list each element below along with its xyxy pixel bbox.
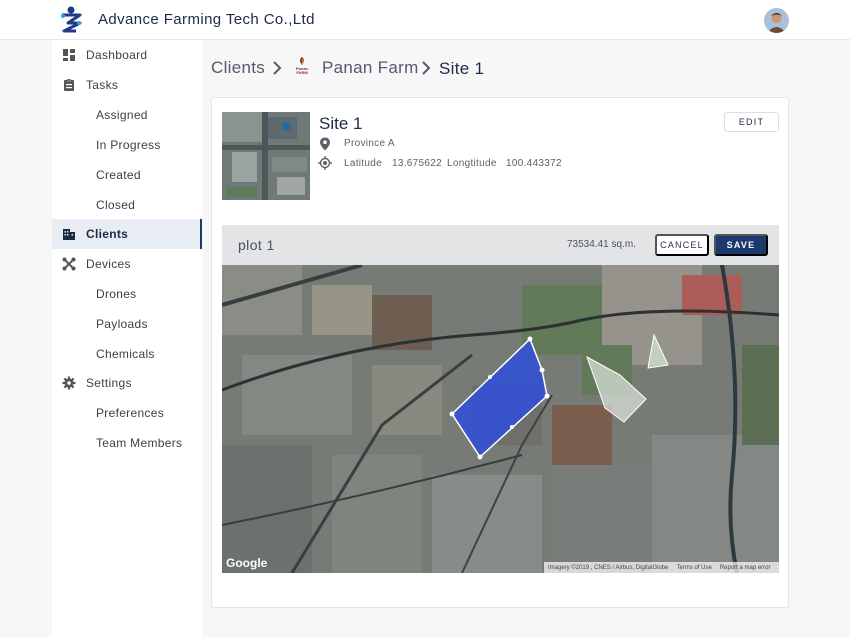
user-avatar[interactable] bbox=[764, 8, 789, 33]
sidebar-item-preferences[interactable]: Preferences bbox=[52, 398, 202, 428]
google-logo: Google bbox=[226, 556, 268, 570]
dashboard-icon bbox=[63, 49, 75, 61]
sidebar-item-created[interactable]: Created bbox=[52, 160, 202, 190]
site-province: Province A bbox=[344, 138, 395, 149]
crosshair-icon bbox=[318, 156, 332, 170]
latitude-value: 13.675622 bbox=[392, 158, 442, 169]
sidebar-item-label: Drones bbox=[96, 287, 137, 301]
sidebar-item-label: Dashboard bbox=[86, 48, 148, 62]
chevron-right-icon bbox=[422, 61, 431, 75]
edit-button[interactable]: EDIT bbox=[724, 112, 779, 132]
breadcrumb-farm[interactable]: Panan Farm bbox=[322, 58, 419, 78]
plot-area: 73534.41 sq.m. bbox=[567, 239, 636, 250]
sidebar-item-label: Closed bbox=[96, 198, 136, 212]
map-imagery bbox=[222, 225, 779, 573]
sidebar-item-chemicals[interactable]: Chemicals bbox=[52, 339, 202, 369]
sidebar-item-label: Tasks bbox=[86, 78, 119, 92]
sidebar-item-label: Created bbox=[96, 168, 141, 182]
drone-icon bbox=[62, 257, 76, 271]
chevron-right-icon bbox=[273, 61, 282, 75]
sidebar-item-label: Preferences bbox=[96, 406, 164, 420]
longitude-value: 100.443372 bbox=[506, 158, 562, 169]
sidebar-item-drones[interactable]: Drones bbox=[52, 279, 202, 309]
sidebar-item-label: Assigned bbox=[96, 108, 148, 122]
sidebar: Dashboard Tasks Assigned In Progress Cre… bbox=[52, 40, 202, 637]
clipboard-icon bbox=[64, 79, 74, 91]
sidebar-item-label: In Progress bbox=[96, 138, 161, 152]
farm-logo-icon: Panan FARM bbox=[293, 56, 311, 76]
site-thumbnail bbox=[222, 112, 310, 200]
building-icon bbox=[63, 229, 75, 240]
sidebar-item-devices[interactable]: Devices bbox=[52, 249, 202, 279]
sidebar-item-clients[interactable]: Clients bbox=[52, 219, 202, 249]
save-button[interactable]: SAVE bbox=[714, 234, 768, 256]
longitude-label: Longtitude bbox=[447, 158, 497, 169]
sidebar-item-label: Clients bbox=[86, 227, 129, 241]
sidebar-item-label: Devices bbox=[86, 257, 131, 271]
sidebar-item-payloads[interactable]: Payloads bbox=[52, 309, 202, 339]
sidebar-item-dashboard[interactable]: Dashboard bbox=[52, 40, 202, 70]
report-error-link[interactable]: Report a map error bbox=[720, 565, 771, 571]
gear-icon bbox=[62, 376, 76, 390]
satellite-map[interactable]: plot 1 73534.41 sq.m. CANCEL SAVE Google… bbox=[222, 225, 779, 573]
map-attribution: Imagery ©2019 , CNES / Airbus, DigitalGl… bbox=[544, 562, 779, 573]
sidebar-item-label: Team Members bbox=[96, 436, 183, 450]
sidebar-item-label: Chemicals bbox=[96, 347, 155, 361]
site-title: Site 1 bbox=[319, 114, 363, 133]
company-logo-icon[interactable] bbox=[58, 5, 84, 33]
app-title: Advance Farming Tech Co.,Ltd bbox=[98, 11, 315, 28]
sidebar-item-in-progress[interactable]: In Progress bbox=[52, 130, 202, 160]
breadcrumb-clients[interactable]: Clients bbox=[211, 58, 265, 78]
sidebar-item-team-members[interactable]: Team Members bbox=[52, 428, 202, 458]
cancel-button[interactable]: CANCEL bbox=[655, 234, 709, 256]
app-header: Advance Farming Tech Co.,Ltd bbox=[0, 0, 850, 40]
sidebar-item-assigned[interactable]: Assigned bbox=[52, 100, 202, 130]
sidebar-item-settings[interactable]: Settings bbox=[52, 368, 202, 398]
terms-link[interactable]: Terms of Use bbox=[676, 565, 711, 571]
sidebar-item-label: Payloads bbox=[96, 317, 148, 331]
plot-name: plot 1 bbox=[238, 237, 275, 253]
farm-logo-text: Panan FARM bbox=[295, 66, 308, 75]
imagery-credit: Imagery ©2019 , CNES / Airbus, DigitalGl… bbox=[548, 564, 669, 571]
sidebar-item-label: Settings bbox=[86, 376, 132, 390]
sidebar-item-tasks[interactable]: Tasks bbox=[52, 70, 202, 100]
plot-toolbar: plot 1 73534.41 sq.m. CANCEL SAVE bbox=[222, 225, 779, 265]
sidebar-item-closed[interactable]: Closed bbox=[52, 190, 202, 220]
location-pin-icon bbox=[320, 137, 330, 151]
latitude-label: Latitude bbox=[344, 158, 382, 169]
breadcrumb-site: Site 1 bbox=[439, 59, 485, 78]
